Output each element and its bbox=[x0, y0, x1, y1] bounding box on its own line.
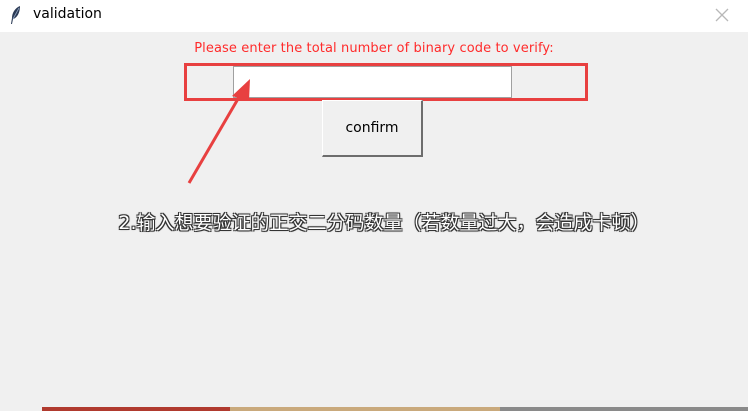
close-icon[interactable] bbox=[712, 5, 732, 25]
validation-window: validation Please enter the total number… bbox=[0, 0, 748, 411]
title-bar[interactable]: validation bbox=[0, 0, 748, 32]
arrow-icon bbox=[187, 79, 250, 184]
feather-icon bbox=[11, 6, 20, 24]
confirm-button[interactable]: confirm bbox=[322, 100, 423, 157]
prompt-label: Please enter the total number of binary … bbox=[194, 41, 554, 56]
bottom-edge-strip bbox=[0, 407, 748, 411]
binary-count-input[interactable] bbox=[233, 66, 512, 98]
window-title: validation bbox=[33, 6, 102, 22]
annotation-text: 2.输入想要验证的正交二分码数量（若数量过大，会造成卡顿） bbox=[118, 212, 650, 234]
